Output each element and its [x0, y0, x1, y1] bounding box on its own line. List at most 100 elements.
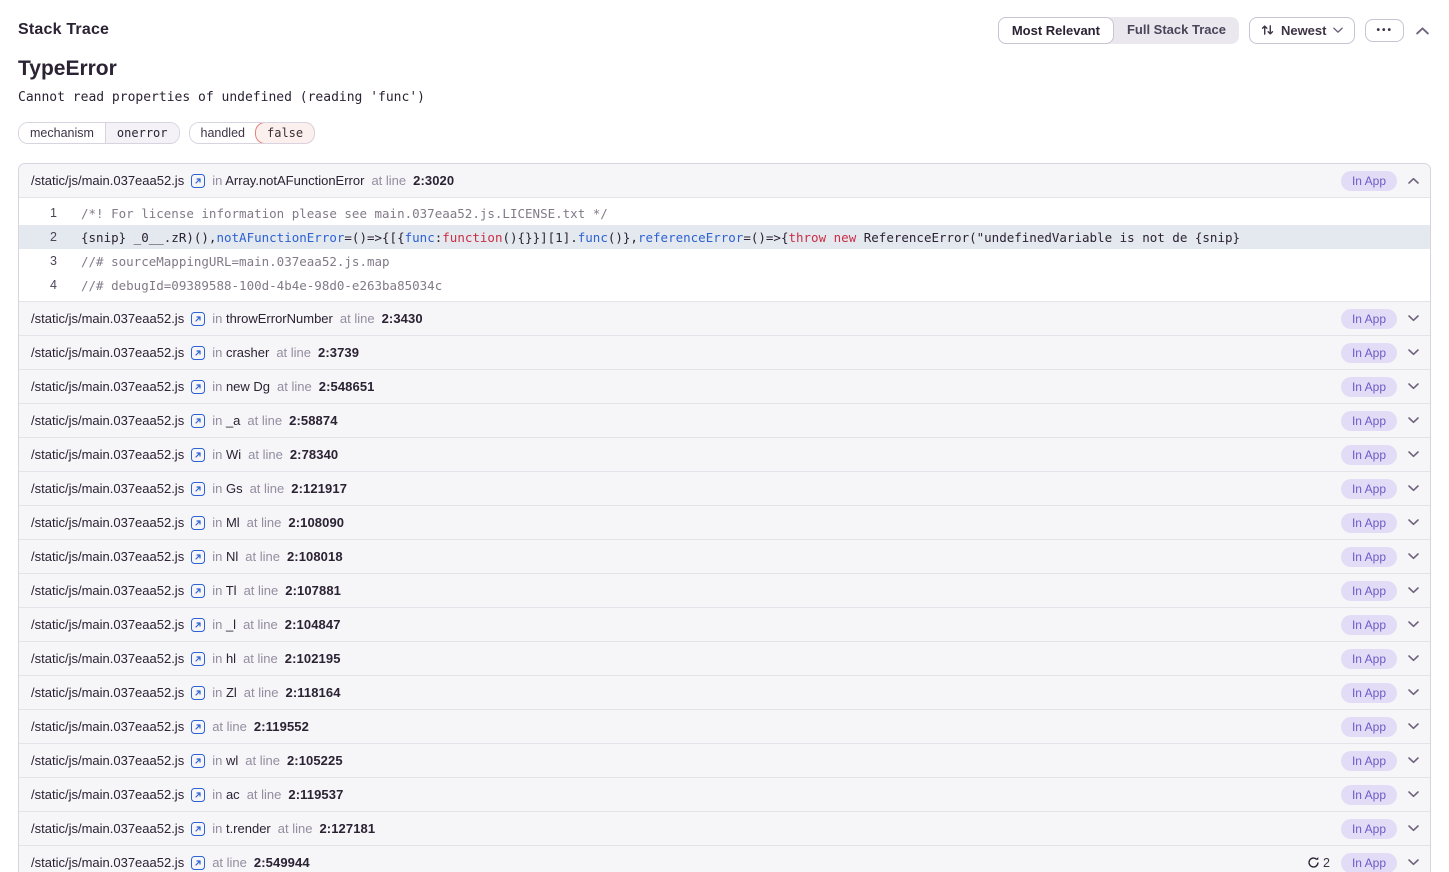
code-token: function [442, 230, 502, 245]
frame-info: /static/js/main.037eaa52.js in new Dg at… [31, 379, 374, 394]
header-controls: Most Relevant Full Stack Trace Newest ••… [998, 17, 1431, 44]
external-link-icon[interactable] [191, 448, 205, 462]
frame-module: /static/js/main.037eaa52.js [31, 413, 184, 428]
stack-frame: /static/js/main.037eaa52.js in _l at lin… [19, 607, 1430, 641]
stack-frame: /static/js/main.037eaa52.js in wl at lin… [19, 743, 1430, 777]
frame-chevron-icon[interactable] [1408, 177, 1419, 184]
frame-chevron-icon[interactable] [1408, 315, 1419, 322]
frame-chevron-icon[interactable] [1408, 723, 1419, 730]
frame-repeats: 2 [1307, 856, 1330, 870]
at-line-label: at line [278, 821, 313, 836]
in-label: in [212, 685, 222, 700]
at-line-label: at line [371, 173, 406, 188]
frame-function: _l [226, 617, 236, 632]
frame-meta: In App [1341, 171, 1419, 191]
toggle-most-relevant[interactable]: Most Relevant [998, 17, 1114, 44]
external-link-icon[interactable] [191, 652, 205, 666]
frame-info: /static/js/main.037eaa52.js in throwErro… [31, 311, 423, 326]
frame-chevron-icon[interactable] [1408, 859, 1419, 866]
frame-header-row[interactable]: /static/js/main.037eaa52.js in wl at lin… [19, 744, 1430, 777]
frame-chevron-icon[interactable] [1408, 553, 1419, 560]
frame-info: /static/js/main.037eaa52.js in crasher a… [31, 345, 359, 360]
frame-header-row[interactable]: /static/js/main.037eaa52.js in _l at lin… [19, 608, 1430, 641]
external-link-icon[interactable] [191, 618, 205, 632]
frame-function: Tl [226, 583, 237, 598]
frame-header-row[interactable]: /static/js/main.037eaa52.js in throwErro… [19, 302, 1430, 335]
stack-frame: /static/js/main.037eaa52.js at line 2:54… [19, 845, 1430, 872]
in-app-badge: In App [1341, 445, 1397, 465]
toggle-full-stack-trace[interactable]: Full Stack Trace [1114, 17, 1239, 44]
frame-function-wrap: in Array.notAFunctionError [212, 173, 364, 188]
frame-function-wrap: in wl [212, 753, 238, 768]
tag-handled[interactable]: handled false [189, 122, 316, 144]
frame-header-row[interactable]: /static/js/main.037eaa52.js in Wi at lin… [19, 438, 1430, 471]
in-app-badge: In App [1341, 819, 1397, 839]
at-line-label: at line [243, 617, 278, 632]
frame-header-row[interactable]: /static/js/main.037eaa52.js in Ml at lin… [19, 506, 1430, 539]
external-link-icon[interactable] [191, 482, 205, 496]
frame-function: hl [226, 651, 236, 666]
collapse-section-icon[interactable] [1414, 24, 1431, 37]
code-token: throw new [788, 230, 856, 245]
frame-info: /static/js/main.037eaa52.js in hl at lin… [31, 651, 341, 666]
frame-chevron-icon[interactable] [1408, 417, 1419, 424]
external-link-icon[interactable] [191, 856, 205, 870]
frame-header-row[interactable]: /static/js/main.037eaa52.js in Zl at lin… [19, 676, 1430, 709]
frame-header-row[interactable]: /static/js/main.037eaa52.js in Gs at lin… [19, 472, 1430, 505]
frame-chevron-icon[interactable] [1408, 689, 1419, 696]
external-link-icon[interactable] [191, 414, 205, 428]
frame-header-row[interactable]: /static/js/main.037eaa52.js in Tl at lin… [19, 574, 1430, 607]
frame-header-row[interactable]: /static/js/main.037eaa52.js in t.render … [19, 812, 1430, 845]
frame-chevron-icon[interactable] [1408, 451, 1419, 458]
frame-header-row[interactable]: /static/js/main.037eaa52.js at line 2:11… [19, 710, 1430, 743]
stack-trace-header: Stack Trace Most Relevant Full Stack Tra… [18, 12, 1431, 48]
frame-chevron-icon[interactable] [1408, 791, 1419, 798]
tag-mechanism[interactable]: mechanism onerror [18, 122, 180, 144]
in-app-badge: In App [1341, 615, 1397, 635]
external-link-icon[interactable] [191, 346, 205, 360]
more-options-button[interactable]: ••• [1365, 19, 1404, 42]
code-line: 3//# sourceMappingURL=main.037eaa52.js.m… [19, 249, 1430, 273]
frame-function: crasher [226, 345, 269, 360]
frame-chevron-icon[interactable] [1408, 825, 1419, 832]
frame-chevron-icon[interactable] [1408, 485, 1419, 492]
external-link-icon[interactable] [191, 686, 205, 700]
frame-chevron-icon[interactable] [1408, 519, 1419, 526]
external-link-icon[interactable] [191, 516, 205, 530]
frame-chevron-icon[interactable] [1408, 621, 1419, 628]
external-link-icon[interactable] [191, 380, 205, 394]
frame-header-row[interactable]: /static/js/main.037eaa52.js in ac at lin… [19, 778, 1430, 811]
frame-chevron-icon[interactable] [1408, 383, 1419, 390]
frame-header-row[interactable]: /static/js/main.037eaa52.js in new Dg at… [19, 370, 1430, 403]
frame-meta: In App [1341, 377, 1419, 397]
external-link-icon[interactable] [191, 584, 205, 598]
frame-header-row[interactable]: /static/js/main.037eaa52.js in Nl at lin… [19, 540, 1430, 573]
frame-chevron-icon[interactable] [1408, 757, 1419, 764]
external-link-icon[interactable] [191, 550, 205, 564]
frame-header-row[interactable]: /static/js/main.037eaa52.js in crasher a… [19, 336, 1430, 369]
external-link-icon[interactable] [191, 754, 205, 768]
frame-chevron-icon[interactable] [1408, 349, 1419, 356]
frame-line: 2:104847 [285, 617, 341, 632]
sort-button[interactable]: Newest [1249, 17, 1356, 44]
frame-line: 2:3430 [382, 311, 423, 326]
frame-meta: In App [1341, 819, 1419, 839]
frame-header-row[interactable]: /static/js/main.037eaa52.js at line 2:54… [19, 846, 1430, 872]
external-link-icon[interactable] [191, 822, 205, 836]
frame-chevron-icon[interactable] [1408, 655, 1419, 662]
frame-line: 2:102195 [285, 651, 341, 666]
frame-header-row[interactable]: /static/js/main.037eaa52.js in _a at lin… [19, 404, 1430, 437]
frame-function-wrap: in _a [212, 413, 240, 428]
in-app-badge: In App [1341, 683, 1397, 703]
frame-header-row[interactable]: /static/js/main.037eaa52.js in hl at lin… [19, 642, 1430, 675]
external-link-icon[interactable] [191, 720, 205, 734]
code-token: func [578, 230, 608, 245]
external-link-icon[interactable] [191, 312, 205, 326]
frame-function-wrap: in Gs [212, 481, 242, 496]
stack-frame: /static/js/main.037eaa52.js in crasher a… [19, 335, 1430, 369]
external-link-icon[interactable] [191, 788, 205, 802]
frame-chevron-icon[interactable] [1408, 587, 1419, 594]
frame-header-row[interactable]: /static/js/main.037eaa52.js in Array.not… [19, 164, 1430, 197]
external-link-icon[interactable] [191, 174, 205, 188]
frame-line: 2:118164 [286, 685, 341, 700]
